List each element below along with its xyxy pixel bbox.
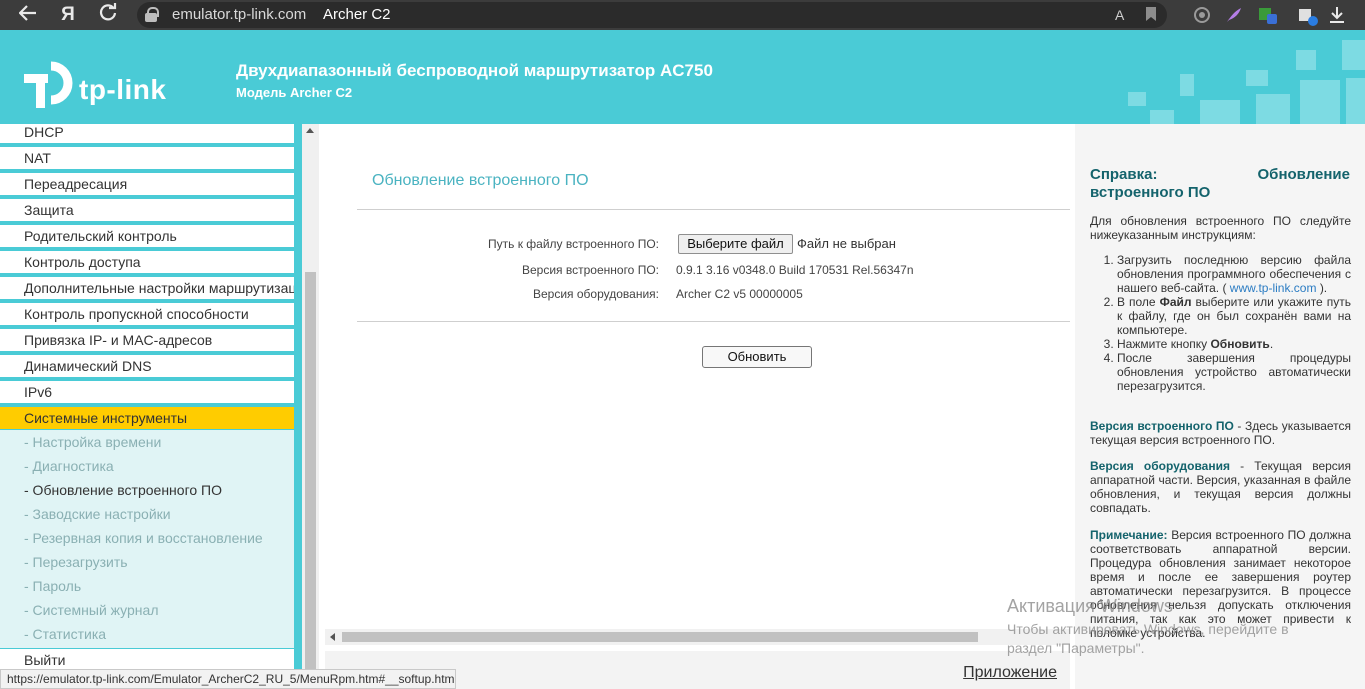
help-term: Версия оборудования bbox=[1090, 459, 1230, 473]
submenu-item-diagnostics[interactable]: - Диагностика bbox=[24, 457, 114, 475]
upgrade-button[interactable]: Обновить bbox=[702, 346, 812, 368]
router-header: tp-link Двухдиапазонный беспроводной мар… bbox=[0, 30, 1365, 124]
sidebar-item-ipv6[interactable]: IPv6 bbox=[0, 381, 294, 405]
help-intro: Для обновления встроенного ПО следуйте н… bbox=[1090, 214, 1351, 242]
help-title: Справка: встроенного ПО bbox=[1090, 166, 1210, 202]
browser-toolbar: Я emulator.tp-link.com Archer C2 A bbox=[0, 0, 1365, 30]
sidebar-item-nat[interactable]: NAT bbox=[0, 147, 294, 171]
header-decoration bbox=[1346, 78, 1365, 124]
help-steps: Загрузить последнюю версию файла обновле… bbox=[1117, 253, 1351, 393]
scrollbar-thumb[interactable] bbox=[342, 632, 978, 642]
help-hw-section: Версия оборудования - Текущая версия апп… bbox=[1090, 459, 1351, 515]
sidebar-scrollbar[interactable] bbox=[302, 124, 319, 689]
system-tools-submenu: - Настройка времени - Диагностика - Обно… bbox=[0, 430, 294, 648]
submenu-item-statistics[interactable]: - Статистика bbox=[24, 625, 106, 643]
hardware-version-value: Archer C2 v5 00000005 bbox=[676, 287, 803, 301]
header-decoration bbox=[1342, 40, 1365, 70]
choose-file-button[interactable]: Выберите файл bbox=[678, 234, 793, 254]
header-decoration bbox=[1300, 80, 1340, 124]
submenu-item-password[interactable]: - Пароль bbox=[24, 577, 81, 595]
scroll-left-arrow-icon[interactable] bbox=[330, 633, 335, 641]
download-icon[interactable] bbox=[1328, 6, 1346, 24]
reload-icon[interactable] bbox=[94, 0, 122, 30]
help-step: После завершения процедуры обновления ус… bbox=[1117, 351, 1351, 393]
translate-icon[interactable]: A bbox=[1115, 6, 1124, 24]
help-title-part: Справка: bbox=[1090, 166, 1158, 183]
header-decoration bbox=[1256, 94, 1290, 124]
extension-circle-icon[interactable] bbox=[1193, 6, 1211, 24]
puzzle-extension-icon[interactable] bbox=[1297, 6, 1319, 26]
header-decoration bbox=[1180, 74, 1194, 96]
file-path-label: Путь к файлу встроенного ПО: bbox=[488, 237, 659, 251]
submenu-item-factory-defaults[interactable]: - Заводские настройки bbox=[24, 505, 171, 523]
appendix-link[interactable]: Приложение bbox=[963, 664, 1057, 682]
divider bbox=[357, 321, 1070, 322]
model-title: Двухдиапазонный беспроводной маршрутизат… bbox=[236, 61, 713, 80]
address-url[interactable]: emulator.tp-link.com bbox=[172, 0, 306, 30]
page-tab-title: Archer C2 bbox=[323, 6, 391, 23]
help-fw-section: Версия встроенного ПО - Здесь указываетс… bbox=[1090, 419, 1351, 447]
help-step: В поле Файл выберите или укажите путь к … bbox=[1117, 295, 1351, 337]
divider bbox=[357, 209, 1070, 210]
back-arrow-icon[interactable] bbox=[14, 0, 42, 30]
windows-activation-watermark: Активация Windows bbox=[1007, 596, 1173, 616]
header-decoration bbox=[1246, 70, 1268, 86]
lock-icon bbox=[145, 7, 159, 22]
no-file-text: Файл не выбран bbox=[797, 236, 896, 251]
tp-link-website-link[interactable]: www.tp-link.com bbox=[1226, 281, 1319, 295]
sidebar-item-parental-control[interactable]: Родительский контроль bbox=[0, 225, 294, 249]
sidebar-item-dynamic-dns[interactable]: Динамический DNS bbox=[0, 355, 294, 379]
sidebar-item-ip-mac-binding[interactable]: Привязка IP- и MAC-адресов bbox=[0, 329, 294, 353]
page-title: Обновление встроенного ПО bbox=[372, 172, 589, 189]
help-step: Нажмите кнопку Обновить. bbox=[1117, 337, 1351, 351]
model-subtitle: Модель Archer C2 bbox=[236, 85, 353, 100]
sidebar-menu: DHCP NAT Переадресация Защита Родительск… bbox=[0, 124, 302, 689]
submenu-item-firmware-upgrade[interactable]: - Обновление встроенного ПО bbox=[24, 481, 222, 499]
feather-extension-icon[interactable] bbox=[1225, 6, 1243, 24]
help-term: Версия встроенного ПО bbox=[1090, 419, 1234, 433]
scroll-up-arrow-icon[interactable] bbox=[306, 128, 314, 133]
sidebar-item-system-tools[interactable]: Системные инструменты bbox=[0, 407, 294, 431]
sidebar-item-dhcp[interactable]: DHCP bbox=[0, 124, 294, 145]
hardware-version-label: Версия оборудования: bbox=[533, 287, 659, 301]
logo-text: tp-link bbox=[79, 74, 167, 105]
header-decoration bbox=[1150, 110, 1174, 124]
sidebar-item-access-control[interactable]: Контроль доступа bbox=[0, 251, 294, 275]
header-decoration bbox=[1296, 50, 1316, 70]
header-decoration bbox=[1200, 100, 1240, 124]
submenu-item-backup-restore[interactable]: - Резервная копия и восстановление bbox=[24, 529, 263, 547]
sidebar-item-forwarding[interactable]: Переадресация bbox=[0, 173, 294, 197]
yandex-icon[interactable]: Я bbox=[54, 0, 82, 30]
link-status-bar: https://emulator.tp-link.com/Emulator_Ar… bbox=[0, 669, 456, 689]
sidebar-item-security[interactable]: Защита bbox=[0, 199, 294, 223]
horizontal-scrollbar[interactable] bbox=[325, 629, 1070, 645]
download-manager-extension-icon[interactable] bbox=[1257, 6, 1279, 24]
firmware-version-value: 0.9.1 3.16 v0348.0 Build 170531 Rel.5634… bbox=[676, 263, 914, 277]
firmware-version-label: Версия встроенного ПО: bbox=[522, 263, 659, 277]
sidebar-item-bandwidth-control[interactable]: Контроль пропускной способности bbox=[0, 303, 294, 327]
help-title-part: встроенного ПО bbox=[1090, 184, 1211, 201]
bookmark-icon[interactable] bbox=[1145, 6, 1157, 24]
help-term: Примечание: bbox=[1090, 528, 1168, 542]
windows-activation-hint: Чтобы активировать Windows, перейдите вр… bbox=[1007, 621, 1289, 656]
tp-link-logo-icon[interactable] bbox=[24, 60, 74, 115]
submenu-item-time-settings[interactable]: - Настройка времени bbox=[24, 433, 161, 451]
header-decoration bbox=[1128, 92, 1146, 106]
submenu-item-reboot[interactable]: - Перезагрузить bbox=[24, 553, 128, 571]
submenu-item-system-log[interactable]: - Системный журнал bbox=[24, 601, 159, 619]
sidebar-item-advanced-routing[interactable]: Дополнительные настройки маршрутизации bbox=[0, 277, 294, 301]
help-title-part: Обновление bbox=[1257, 166, 1350, 183]
scrollbar-thumb[interactable] bbox=[305, 272, 316, 682]
main-content: Обновление встроенного ПО Путь к файлу в… bbox=[319, 124, 1075, 689]
help-step: Загрузить последнюю версию файла обновле… bbox=[1117, 253, 1351, 295]
